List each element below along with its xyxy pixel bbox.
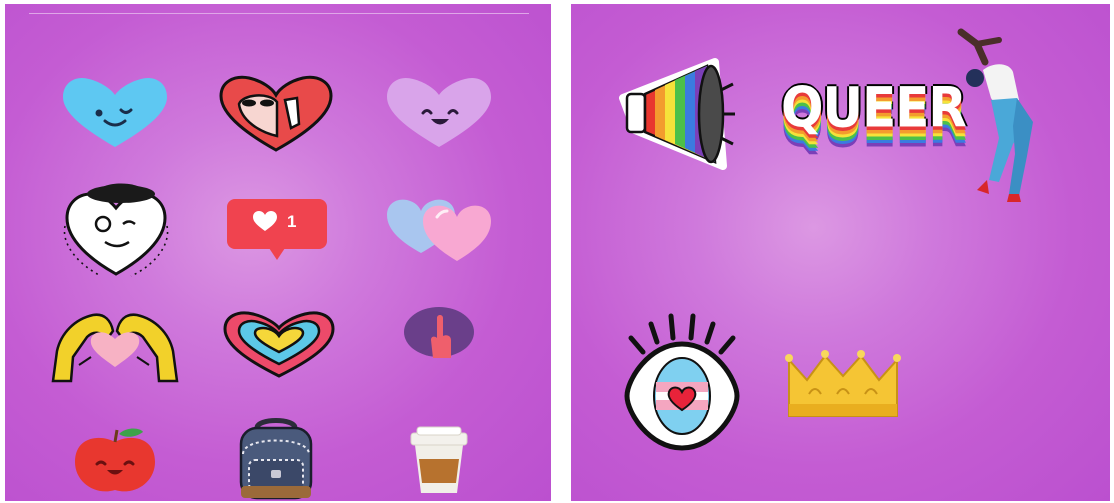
crown-icon: [785, 350, 901, 417]
dancer-sticker[interactable]: [947, 26, 1057, 206]
queer-text: QUEER: [781, 76, 967, 140]
sticker-tray-left: 1: [5, 4, 551, 501]
queer-text-sticker[interactable]: QUEER: [781, 62, 967, 154]
rainbow-megaphone-sticker[interactable]: [619, 58, 741, 170]
trans-eye-icon: [624, 313, 740, 451]
layered-heart-icon: [223, 311, 335, 378]
pointing-finger-icon: [404, 307, 474, 358]
two-hearts-icon: [387, 199, 491, 261]
rainbow-megaphone-icon: [619, 58, 735, 170]
coffee-cup-sticker[interactable]: [409, 425, 469, 495]
purple-heart-smile-sticker[interactable]: [385, 77, 493, 149]
hands-heart-icon: [51, 313, 179, 383]
trans-eye-sticker[interactable]: [623, 310, 741, 451]
hands-heart-sticker[interactable]: [49, 309, 181, 383]
pointing-finger-sticker[interactable]: [403, 306, 475, 358]
apple-icon: [75, 428, 155, 492]
backpack-icon: [239, 418, 313, 500]
like-notification-sticker[interactable]: 1: [227, 199, 327, 261]
like-notification-icon: [227, 199, 327, 260]
drag-handle[interactable]: [29, 13, 529, 14]
coffee-cup-icon: [410, 426, 468, 493]
like-count: 1: [287, 212, 297, 231]
dancer-icon: [957, 28, 1033, 202]
apple-sticker[interactable]: [71, 426, 159, 494]
blue-heart-wink-icon: [63, 77, 167, 147]
sticker-tray-right: QUEER: [571, 4, 1110, 501]
red-heart-character-sticker[interactable]: [219, 75, 333, 152]
backpack-sticker[interactable]: [233, 416, 319, 500]
blue-heart-wink-sticker[interactable]: [61, 77, 169, 149]
heart-face-hat-icon: [63, 183, 169, 277]
two-hearts-sticker[interactable]: [385, 197, 495, 263]
layered-heart-sticker[interactable]: [223, 311, 335, 378]
heart-face-hat-sticker[interactable]: [61, 180, 171, 278]
red-heart-character-icon: [219, 75, 333, 152]
crown-sticker[interactable]: [785, 350, 901, 420]
purple-heart-smile-icon: [387, 77, 491, 147]
